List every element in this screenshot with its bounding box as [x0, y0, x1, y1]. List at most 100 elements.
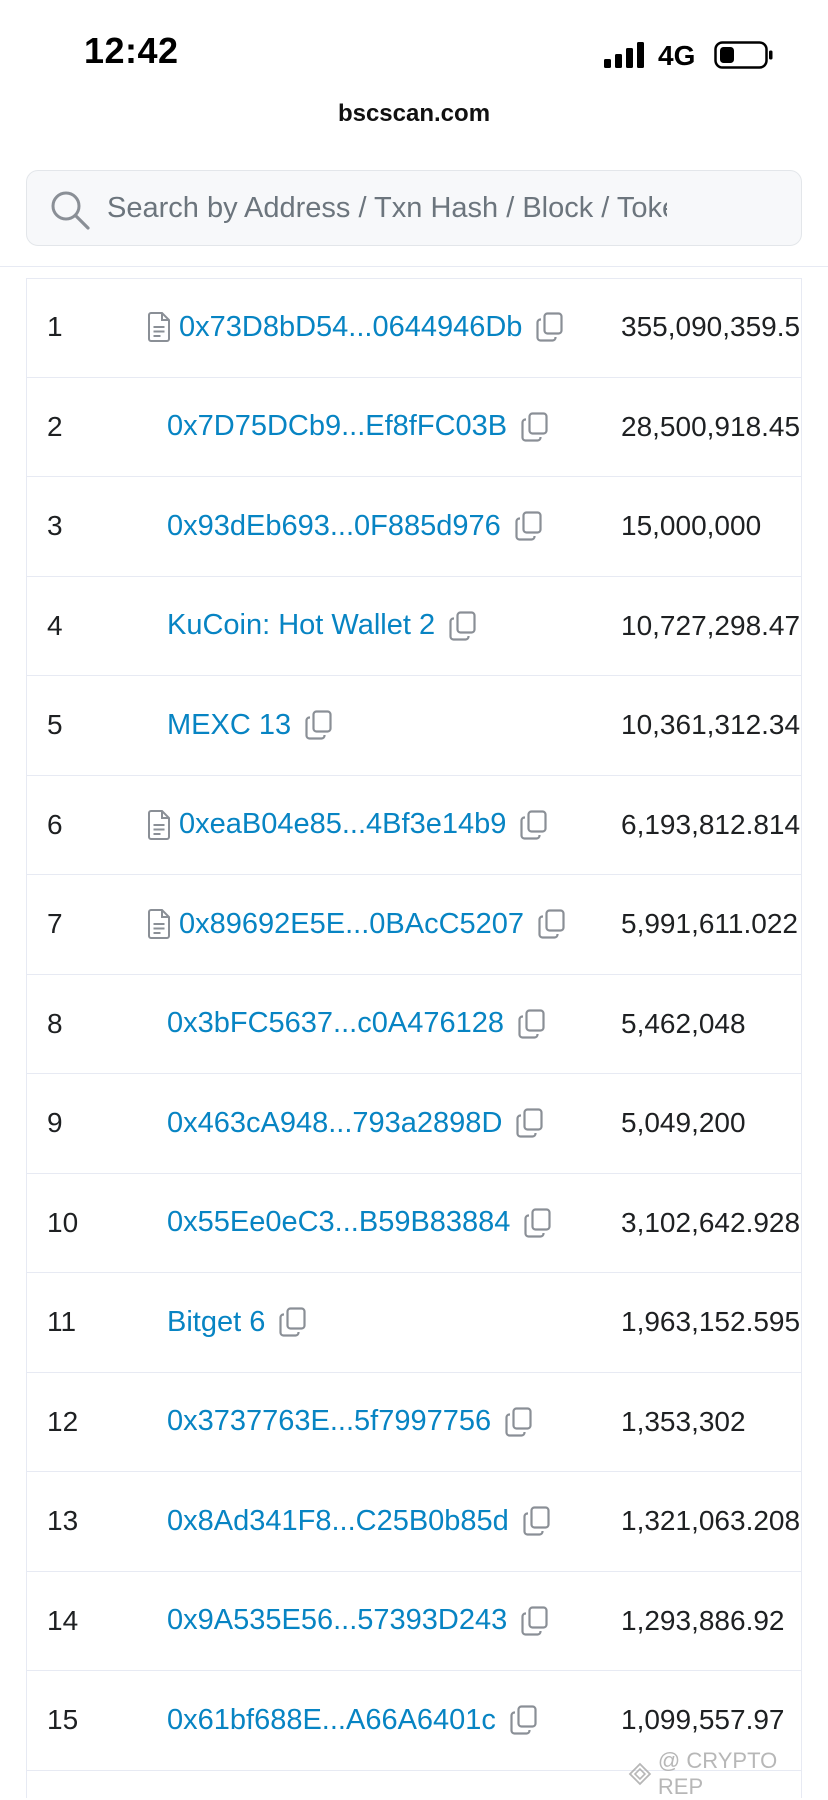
holder-address-link[interactable]: KuCoin: Hot Wallet 2 [167, 609, 435, 642]
holder-address-link[interactable]: 0x55Ee0eC3...B59B83884 [167, 1206, 510, 1239]
holder-address-link[interactable]: 0x7D75DCb9...Ef8fFC03B [167, 410, 507, 443]
search-icon [51, 191, 90, 230]
table-row: 6 0xeaB04e85...4Bf3e14b9 6,193,812.814 [27, 776, 801, 875]
holder-address-link[interactable]: 0x93dEb693...0F885d976 [167, 510, 501, 543]
copy-icon[interactable] [521, 1606, 549, 1636]
cellular-signal-icon [604, 42, 644, 68]
table-row: 13 0x8Ad341F8...C25B0b85d 1,321,063.208 [27, 1472, 801, 1572]
holder-address-link[interactable]: 0x3bFC5637...c0A476128 [167, 1007, 504, 1040]
holder-address-link[interactable]: Bitget 6 [167, 1306, 265, 1339]
copy-icon[interactable] [520, 810, 548, 840]
holder-address-cell: KuCoin: Hot Wallet 2 [167, 577, 477, 676]
table-row: 7 0x89692E5E...0BAcC5207 5,991,611.022 [27, 875, 801, 975]
status-time: 12:42 [84, 30, 179, 71]
table-row: 4 KuCoin: Hot Wallet 2 10,727,298.47 [27, 577, 801, 676]
holder-address-cell: 0x3bFC5637...c0A476128 [167, 975, 546, 1074]
holder-rank: 10 [47, 1206, 79, 1238]
holder-quantity: 355,090,359.5 [621, 311, 801, 342]
watermark: @ CRYPTO REP [628, 1748, 828, 1800]
holder-address-cell: 0x61bf688E...A66A6401c [167, 1671, 538, 1770]
copy-icon[interactable] [518, 1009, 546, 1039]
holder-address-cell: 0x89692E5E...0BAcC5207 [139, 875, 566, 974]
copy-icon[interactable] [521, 412, 549, 442]
holder-address-link[interactable]: 0x3737763E...5f7997756 [167, 1405, 491, 1438]
search-input[interactable] [107, 171, 667, 245]
holder-address-link[interactable]: 0x73D8bD54...0644946Db [179, 311, 522, 344]
holder-rank: 12 [47, 1405, 79, 1437]
table-row: 10 0x55Ee0eC3...B59B83884 3,102,642.928 [27, 1174, 801, 1273]
holder-rank: 2 [47, 410, 63, 442]
holder-rank: 15 [47, 1704, 79, 1735]
holder-quantity: 15,000,000 [621, 510, 762, 541]
copy-icon[interactable] [516, 1108, 544, 1138]
holder-rank: 1 [47, 311, 63, 342]
holder-address-cell: 0x3737763E...5f7997756 [167, 1373, 533, 1472]
holder-address-link[interactable]: 0x8Ad341F8...C25B0b85d [167, 1505, 509, 1538]
holder-address-cell: 0x73D8bD54...0644946Db [139, 278, 564, 377]
holders-table: 1 0x73D8bD54...0644946Db 355,090,359.5 2 0x7… [26, 278, 802, 1798]
holder-quantity: 5,991,611.022 [621, 908, 798, 939]
holder-address-cell: 0x7D75DCb9...Ef8fFC03B [167, 378, 549, 477]
copy-icon[interactable] [505, 1407, 533, 1437]
holder-address-link[interactable]: 0x89692E5E...0BAcC5207 [179, 908, 524, 941]
watermark-logo-icon [628, 1762, 652, 1786]
contract-file-icon [148, 312, 170, 343]
holder-address-link[interactable]: 0x61bf688E...A66A6401c [167, 1704, 496, 1737]
holder-quantity: 1,293,886.92 [621, 1604, 785, 1636]
copy-icon[interactable] [536, 312, 564, 342]
holder-address-cell: MEXC 13 [167, 676, 333, 775]
holder-address-link[interactable]: 0x9A535E56...57393D243 [167, 1604, 507, 1637]
holder-rank: 14 [47, 1604, 79, 1636]
holder-quantity: 1,963,152.595 [621, 1306, 801, 1337]
holder-address-link[interactable]: 0x463cA948...793a2898D [167, 1107, 502, 1140]
holder-address-cell: 0x55Ee0eC3...B59B83884 [167, 1174, 552, 1273]
table-row: 12 0x3737763E...5f7997756 1,353,302 [27, 1373, 801, 1472]
table-row: 9 0x463cA948...793a2898D 5,049,200 [27, 1074, 801, 1174]
holder-quantity: 6,193,812.814 [621, 808, 801, 840]
holder-address-cell: Bitget 6 [167, 1273, 307, 1372]
browser-url[interactable]: bscscan.com [0, 100, 828, 128]
table-row: 11 Bitget 6 1,963,152.595 [27, 1273, 801, 1373]
holder-rank: 7 [47, 908, 63, 939]
copy-icon[interactable] [510, 1705, 538, 1735]
contract-file-icon [148, 909, 170, 940]
holder-address-cell: 0x463cA948...793a2898D [167, 1074, 544, 1173]
table-row: 14 0x9A535E56...57393D243 1,293,886.92 [27, 1572, 801, 1671]
holder-address-link[interactable]: MEXC 13 [167, 709, 291, 742]
table-row: 1 0x73D8bD54...0644946Db 355,090,359.5 [27, 278, 801, 378]
table-row: 5 MEXC 13 10,361,312.34 [27, 676, 801, 776]
holder-quantity: 10,361,312.34 [621, 709, 801, 740]
holder-quantity: 1,353,302 [621, 1405, 746, 1437]
holder-address-link[interactable]: 0xeaB04e85...4Bf3e14b9 [179, 808, 506, 841]
holder-rank: 3 [47, 510, 63, 541]
header-divider [0, 266, 828, 267]
holder-rank: 8 [47, 1007, 63, 1039]
copy-icon[interactable] [449, 611, 477, 641]
holder-quantity: 1,321,063.208 [621, 1505, 801, 1536]
holder-address-cell: 0x8Ad341F8...C25B0b85d [167, 1472, 551, 1571]
contract-file-icon [148, 809, 170, 840]
watermark-text: @ CRYPTO REP [657, 1748, 778, 1799]
holder-quantity: 28,500,918.45 [621, 410, 801, 442]
holder-quantity: 10,727,298.47 [621, 609, 801, 641]
holder-quantity: 5,049,200 [621, 1107, 746, 1138]
holder-rank: 11 [47, 1306, 77, 1337]
holder-quantity: 3,102,642.928 [621, 1206, 801, 1238]
holder-address-cell: 0xeaB04e85...4Bf3e14b9 [139, 776, 548, 875]
network-type-label: 4G [658, 40, 696, 71]
copy-icon[interactable] [305, 710, 333, 740]
table-row: 8 0x3bFC5637...c0A476128 5,462,048 [27, 975, 801, 1074]
copy-icon[interactable] [523, 1506, 551, 1536]
battery-icon [714, 41, 773, 69]
copy-icon[interactable] [524, 1208, 552, 1238]
holder-rank: 13 [47, 1505, 79, 1536]
copy-icon[interactable] [515, 511, 543, 541]
search-bar[interactable] [26, 170, 802, 246]
holder-rank: 5 [47, 709, 63, 740]
copy-icon[interactable] [538, 909, 566, 939]
holder-quantity: 5,462,048 [621, 1007, 746, 1039]
holder-rank: 9 [47, 1107, 63, 1138]
copy-icon[interactable] [279, 1307, 307, 1337]
holder-rank: 4 [47, 609, 63, 641]
status-bar: 12:42 4G [0, 0, 828, 100]
